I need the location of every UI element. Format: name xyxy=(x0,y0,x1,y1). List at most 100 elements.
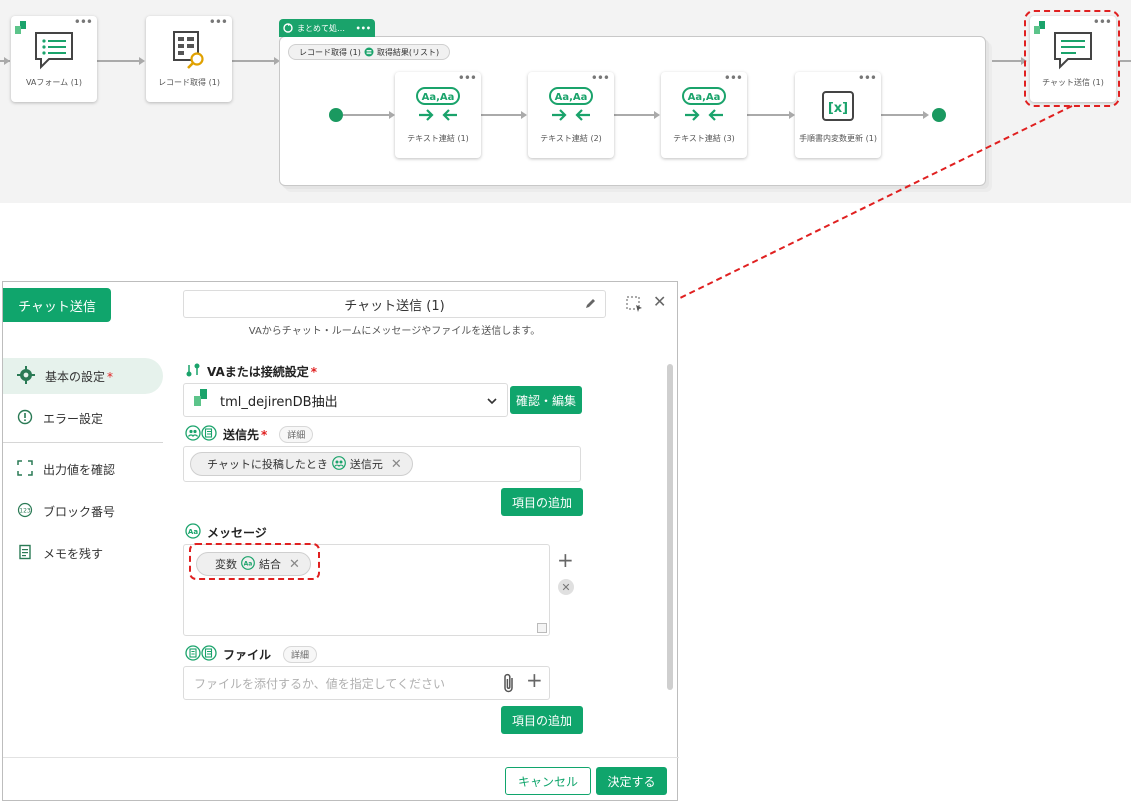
nav-basic-settings[interactable]: 基本の設定 * xyxy=(3,358,163,394)
connector xyxy=(97,60,141,62)
gear-icon xyxy=(17,365,35,387)
node-menu-icon[interactable]: ••• xyxy=(858,72,877,84)
flow-node-variable-update[interactable]: ••• [x] 手順書内変数更新 (1) xyxy=(795,72,881,158)
connector xyxy=(1120,60,1131,62)
group-menu-icon[interactable]: ••• xyxy=(356,24,371,33)
svg-text:Aa: Aa xyxy=(188,528,198,536)
connector-arrow xyxy=(139,57,145,65)
connector xyxy=(343,114,391,116)
nav-block-number[interactable]: 123 ブロック番号 xyxy=(3,493,163,529)
destination-field[interactable]: チャットに投稿したとき 送信元 ✕ xyxy=(183,446,581,482)
nav-divider xyxy=(3,442,163,443)
variable-icon: [x] xyxy=(795,84,881,128)
block-title-field[interactable]: チャット送信 (1) xyxy=(183,290,606,318)
loop-start-dot xyxy=(329,108,343,122)
connector xyxy=(614,114,656,116)
app-logo-icon xyxy=(194,389,208,411)
file-placeholder: ファイルを添付するか、値を指定してください xyxy=(194,676,446,691)
select-area-icon[interactable] xyxy=(626,296,644,318)
nav-label: エラー設定 xyxy=(43,411,104,426)
selected-value: tml_dejirenDB抽出 xyxy=(220,394,338,410)
block-description: VAからチャット・ルームにメッセージやファイルを送信します。 xyxy=(248,326,541,337)
text-join-icon: Aa,Aa xyxy=(661,84,747,128)
output-frame-icon xyxy=(17,459,33,479)
loop-target-label: 取得結果(リスト) xyxy=(376,47,440,57)
nav-label: ブロック番号 xyxy=(43,504,116,519)
node-menu-icon[interactable]: ••• xyxy=(74,16,93,28)
pencil-icon[interactable] xyxy=(584,297,597,314)
chip-variable: 送信元 xyxy=(349,458,383,471)
node-menu-icon[interactable]: ••• xyxy=(458,72,477,84)
connection-icon xyxy=(185,362,201,381)
remove-message-icon[interactable]: ✕ xyxy=(558,579,574,595)
form-list-icon xyxy=(11,28,97,72)
loop-source-pill[interactable]: レコード取得 (1) 取得結果(リスト) xyxy=(288,44,451,60)
node-menu-icon[interactable]: ••• xyxy=(591,72,610,84)
list-icon xyxy=(364,47,374,57)
nav-error-settings[interactable]: エラー設定 xyxy=(3,400,163,436)
loop-source-label: レコード取得 (1) xyxy=(299,47,361,57)
destination-chip[interactable]: チャットに投稿したとき 送信元 ✕ xyxy=(190,452,413,476)
footer-divider xyxy=(3,757,679,758)
add-message-icon[interactable]: + xyxy=(557,550,574,570)
nav-check-output[interactable]: 出力値を確認 xyxy=(3,451,163,487)
node-label: VAフォーム (1) xyxy=(25,78,83,87)
connector xyxy=(481,114,523,116)
close-icon[interactable]: ✕ xyxy=(653,294,666,310)
text-join-icon: Aa,Aa xyxy=(528,84,614,128)
detail-button[interactable]: 詳細 xyxy=(279,426,314,443)
loop-group-tab[interactable]: まとめて処… ••• xyxy=(279,19,375,37)
svg-text:123: 123 xyxy=(19,507,31,514)
paperclip-icon[interactable] xyxy=(502,672,516,698)
message-label: Aa メッセージ xyxy=(185,523,267,542)
flow-canvas[interactable]: ••• VAフォーム (1) ••• レコード取得 (1) まとめて処… •••… xyxy=(0,0,1131,203)
flow-node-record-fetch[interactable]: ••• レコード取得 (1) xyxy=(146,16,232,102)
file-icons xyxy=(185,645,217,664)
connector-arrow xyxy=(654,111,660,119)
node-menu-icon[interactable]: ••• xyxy=(209,16,228,28)
cancel-button[interactable]: キャンセル xyxy=(505,767,591,795)
add-file-button[interactable]: 項目の追加 xyxy=(501,706,583,734)
detail-button[interactable]: 詳細 xyxy=(283,646,318,663)
section-title: 送信先 xyxy=(223,428,260,442)
confirm-edit-button[interactable]: 確認・編集 xyxy=(510,386,582,414)
nav-label: 基本の設定 xyxy=(45,369,106,384)
section-title: ファイル xyxy=(223,648,272,662)
node-label: テキスト連結 (1) xyxy=(407,134,469,143)
svg-text:Aa,Aa: Aa,Aa xyxy=(688,92,721,103)
resize-handle[interactable] xyxy=(537,623,547,633)
svg-text:Aa,Aa: Aa,Aa xyxy=(555,92,588,103)
record-search-icon xyxy=(146,28,232,72)
chip-highlight-outline xyxy=(189,543,320,580)
flow-node-text-join-1[interactable]: ••• Aa,Aa テキスト連結 (1) xyxy=(395,72,481,158)
file-label: ファイル 詳細 xyxy=(185,645,318,664)
va-connection-select[interactable]: tml_dejirenDB抽出 xyxy=(183,383,508,417)
ok-button[interactable]: 決定する xyxy=(596,767,667,795)
node-label: テキスト連結 (2) xyxy=(540,134,602,143)
file-input[interactable]: ファイルを添付するか、値を指定してください xyxy=(183,666,550,700)
add-file-icon[interactable]: + xyxy=(526,670,543,690)
text-icon: Aa xyxy=(185,523,201,542)
flow-node-text-join-3[interactable]: ••• Aa,Aa テキスト連結 (3) xyxy=(661,72,747,158)
flow-node-va-form[interactable]: ••• VAフォーム (1) xyxy=(11,16,97,102)
memo-icon xyxy=(17,544,33,563)
nav-label: 出力値を確認 xyxy=(43,462,116,477)
node-menu-icon[interactable]: ••• xyxy=(724,72,743,84)
loop-icon xyxy=(283,23,293,33)
destination-label: 送信先 * 詳細 xyxy=(185,425,314,444)
recipient-icons xyxy=(185,425,217,444)
chip-label: チャットに投稿したとき xyxy=(207,458,328,471)
nav-label: メモを残す xyxy=(43,546,104,561)
people-icon xyxy=(331,455,346,473)
connector-arrow xyxy=(923,111,929,119)
add-destination-button[interactable]: 項目の追加 xyxy=(501,488,583,516)
flow-node-text-join-2[interactable]: ••• Aa,Aa テキスト連結 (2) xyxy=(528,72,614,158)
node-label: レコード取得 (1) xyxy=(158,78,220,87)
remove-chip-icon[interactable]: ✕ xyxy=(391,457,402,472)
section-title: メッセージ xyxy=(207,526,267,540)
block-title: チャット送信 (1) xyxy=(344,298,445,314)
nav-memo[interactable]: メモを残す xyxy=(3,535,163,571)
va-connection-label: VAまたは接続設定 * xyxy=(185,362,317,381)
scrollbar[interactable] xyxy=(667,364,673,690)
required-mark: * xyxy=(107,369,114,384)
